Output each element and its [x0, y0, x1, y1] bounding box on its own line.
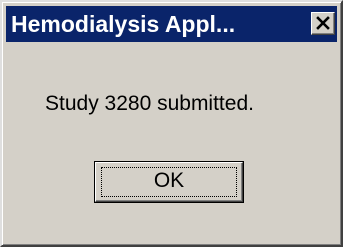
- ok-button-label: OK: [153, 169, 185, 192]
- message-dialog: Hemodialysis Appl... Study 3280 submitte…: [0, 0, 343, 247]
- ok-button[interactable]: OK: [94, 161, 244, 203]
- close-button[interactable]: [311, 12, 335, 35]
- message-text: Study 3280 submitted.: [45, 92, 254, 115]
- title-bar[interactable]: Hemodialysis Appl...: [6, 6, 337, 42]
- window-title: Hemodialysis Appl...: [11, 11, 236, 37]
- close-icon: [316, 16, 330, 30]
